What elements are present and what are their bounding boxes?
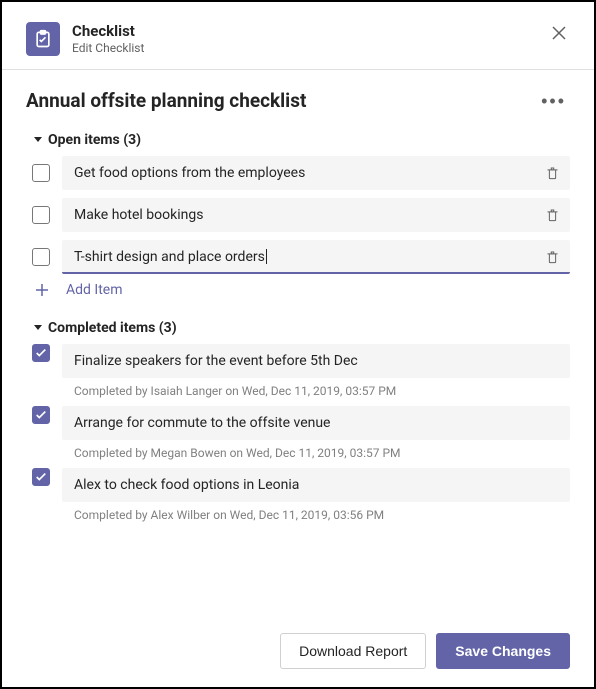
checkbox-checked[interactable] [32,344,50,362]
trash-icon [545,249,560,264]
item-input-wrap: Get food options from the employees [62,156,570,190]
list-item: Alex to check food options in Leonia Com… [26,468,570,522]
open-items-header[interactable]: Open items (3) [34,132,570,148]
checkbox-checked[interactable] [32,406,50,424]
plus-icon [34,282,50,298]
title-row: Annual offsite planning checklist ••• [26,88,570,114]
checkbox[interactable] [32,248,50,266]
add-item-button[interactable]: Add Item [26,282,570,298]
page-title: Annual offsite planning checklist [26,89,306,112]
close-button[interactable] [548,22,570,44]
completed-body: Finalize speakers for the event before 5… [62,344,570,398]
item-text-input[interactable]: Make hotel bookings [62,198,570,232]
checklist-modal: Checklist Edit Checklist Annual offsite … [2,2,594,687]
check-icon [35,471,47,483]
header-text: Checklist Edit Checklist [72,22,536,57]
completed-items-list: Finalize speakers for the event before 5… [26,344,570,530]
close-icon [552,26,566,40]
download-report-button[interactable]: Download Report [280,633,426,669]
item-input-wrap: T-shirt design and place orders [62,240,570,274]
checkbox-checked[interactable] [32,468,50,486]
check-icon [35,347,47,359]
checkbox[interactable] [32,206,50,224]
list-item: Make hotel bookings [26,198,570,232]
completed-item-text: Alex to check food options in Leonia [62,468,570,502]
open-items-list: Get food options from the employees Make… [26,156,570,298]
trash-icon [545,165,560,180]
delete-item-button[interactable] [543,247,562,266]
checkbox[interactable] [32,164,50,182]
modal-header: Checklist Edit Checklist [26,22,570,57]
completed-items-header[interactable]: Completed items (3) [34,320,570,336]
completed-item-meta: Completed by Megan Bowen on Wed, Dec 11,… [62,440,570,460]
item-text-input[interactable]: Get food options from the employees [62,156,570,190]
header-divider [2,69,594,70]
completed-items-label: Completed items (3) [48,320,177,336]
completed-item-text: Finalize speakers for the event before 5… [62,344,570,378]
checklist-app-icon [26,22,60,56]
add-item-label: Add Item [66,282,123,298]
app-title: Checklist [72,22,536,40]
caret-down-icon [34,325,42,330]
list-item: Finalize speakers for the event before 5… [26,344,570,398]
app-subtitle: Edit Checklist [72,41,536,57]
trash-icon [545,207,560,222]
completed-body: Alex to check food options in Leonia Com… [62,468,570,522]
completed-item-meta: Completed by Isaiah Langer on Wed, Dec 1… [62,378,570,398]
item-input-wrap: Make hotel bookings [62,198,570,232]
caret-down-icon [34,137,42,142]
open-items-label: Open items (3) [48,132,141,148]
completed-item-meta: Completed by Alex Wilber on Wed, Dec 11,… [62,502,570,522]
item-text-input[interactable]: T-shirt design and place orders [62,240,570,274]
more-actions-button[interactable]: ••• [537,88,570,114]
list-item: Arrange for commute to the offsite venue… [26,406,570,460]
delete-item-button[interactable] [543,205,562,224]
modal-footer: Download Report Save Changes [26,617,570,669]
completed-item-text: Arrange for commute to the offsite venue [62,406,570,440]
ellipsis-icon: ••• [541,91,566,111]
list-item: T-shirt design and place orders [26,240,570,274]
delete-item-button[interactable] [543,163,562,182]
check-icon [35,409,47,421]
completed-body: Arrange for commute to the offsite venue… [62,406,570,460]
save-changes-button[interactable]: Save Changes [436,633,570,669]
list-item: Get food options from the employees [26,156,570,190]
